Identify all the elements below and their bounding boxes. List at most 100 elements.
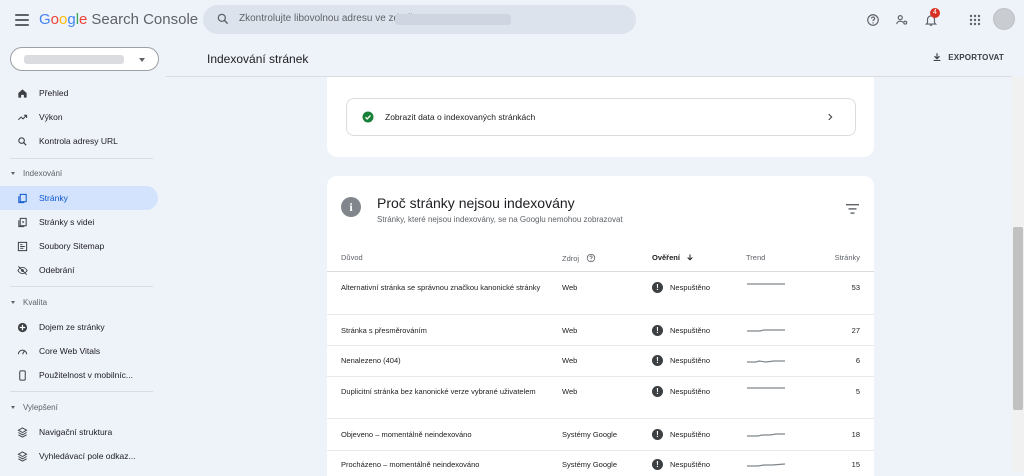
- reason-cell: Duplicitní stránka bez kanonické verze v…: [341, 387, 536, 396]
- account-avatar[interactable]: [993, 8, 1015, 30]
- status-exclamation-icon: !: [652, 355, 663, 366]
- pages-count-cell: 5: [855, 387, 860, 396]
- main-scrollbar-thumb[interactable]: [1013, 227, 1023, 410]
- validation-cell: ! Nespuštěno: [652, 428, 710, 441]
- help-icon[interactable]: [863, 10, 883, 30]
- main-menu-button[interactable]: [12, 10, 32, 30]
- sidebar-item-breadcrumbs[interactable]: Navigační struktura: [0, 420, 158, 444]
- status-exclamation-icon: !: [652, 325, 663, 336]
- top-app-bar: Google Search Console Zkontrolujte libovo…: [0, 0, 1024, 40]
- search-icon: [217, 13, 229, 25]
- pages-count-cell: 15: [851, 460, 860, 469]
- pages-count-cell: 18: [851, 430, 860, 439]
- filter-icon[interactable]: [846, 204, 859, 214]
- column-header-reason[interactable]: Důvod: [341, 253, 363, 262]
- nav-section-quality[interactable]: Kvalita: [11, 298, 47, 307]
- table-row[interactable]: Objeveno – momentálně neindexováno Systé…: [327, 419, 874, 451]
- column-header-trend: Trend: [746, 253, 766, 262]
- column-header-pages[interactable]: Stránky: [835, 253, 860, 262]
- validation-cell: ! Nespuštěno: [652, 354, 710, 367]
- sidebar-item-core-web-vitals[interactable]: Core Web Vitals: [0, 339, 158, 363]
- validation-cell: ! Nespuštěno: [652, 281, 710, 294]
- search-console-logo[interactable]: Google Search Console: [39, 10, 198, 30]
- collapse-triangle-icon: [11, 172, 15, 175]
- status-exclamation-icon: !: [652, 429, 663, 440]
- sidebar-item-overview[interactable]: Přehled: [0, 81, 158, 105]
- trend-sparkline: [747, 463, 786, 467]
- source-cell: Web: [562, 326, 578, 335]
- column-header-validation[interactable]: Ověření: [652, 253, 694, 262]
- source-cell: Web: [562, 283, 578, 292]
- sitelinks-searchbox-icon: [16, 450, 28, 462]
- status-exclamation-icon: !: [652, 386, 663, 397]
- product-name: Search Console: [91, 11, 199, 28]
- sidebar-item-pages[interactable]: Stránky: [0, 186, 158, 210]
- status-exclamation-icon: !: [652, 282, 663, 293]
- validation-cell: ! Nespuštěno: [652, 324, 710, 337]
- sort-arrow-down-icon: [687, 254, 693, 261]
- nav-divider: [10, 391, 153, 392]
- apps-grid-icon[interactable]: [965, 10, 985, 30]
- source-cell: Systémy Google: [562, 460, 618, 469]
- status-exclamation-icon: !: [652, 459, 663, 470]
- sidebar-item-url-inspection[interactable]: Kontrola adresy URL: [0, 129, 158, 153]
- card-title: Proč stránky nejsou indexovány: [377, 195, 575, 211]
- info-icon: i: [341, 197, 361, 217]
- sidebar-item-page-experience[interactable]: Dojem ze stránky: [0, 315, 158, 339]
- help-icon[interactable]: [586, 253, 596, 263]
- url-inspection-search[interactable]: Zkontrolujte libovolnou adresu ve zdroji: [203, 5, 636, 34]
- collapse-triangle-icon: [11, 406, 15, 409]
- collapse-triangle-icon: [11, 301, 15, 304]
- user-settings-icon[interactable]: [892, 10, 912, 30]
- sidebar-nav: Přehled Výkon Kontrola adresy URL Indexo…: [0, 40, 166, 472]
- sidebar-item-performance[interactable]: Výkon: [0, 105, 158, 129]
- source-cell: Systémy Google: [562, 430, 618, 439]
- home-icon: [16, 87, 28, 99]
- reason-cell: Procházeno – momentálně neindexováno: [341, 460, 480, 469]
- search-placeholder: Zkontrolujte libovolnou adresu ve zdroji: [239, 13, 413, 24]
- removals-icon: [16, 264, 28, 276]
- sidebar-item-video-pages[interactable]: Stránky s videi: [0, 210, 158, 234]
- pages-count-cell: 27: [851, 326, 860, 335]
- property-name-redacted: [24, 55, 124, 64]
- not-indexed-reasons-card: i Proč stránky nejsou indexovány Stránky…: [327, 176, 874, 476]
- chevron-down-icon: [139, 58, 145, 62]
- notification-count-badge: 4: [930, 8, 940, 18]
- export-button[interactable]: EXPORTOVAT: [932, 52, 1004, 62]
- sidebar-item-sitemaps[interactable]: Soubory Sitemap: [0, 234, 158, 258]
- sidebar-item-mobile-usability[interactable]: Použitelnost v mobilníc...: [0, 363, 158, 387]
- table-row[interactable]: Stránka s přesměrováním Web ! Nespuštěno …: [327, 315, 874, 346]
- pages-icon: [16, 192, 28, 204]
- property-url-redacted: [395, 14, 511, 25]
- indexed-pages-card: Zobrazit data o indexovaných stránkách: [327, 77, 874, 157]
- speed-icon: [16, 345, 28, 357]
- table-row[interactable]: Procházeno – momentálně neindexováno Sys…: [327, 451, 874, 476]
- sitemap-icon: [16, 240, 28, 252]
- trend-sparkline: [747, 329, 785, 332]
- pages-count-cell: 6: [855, 356, 860, 365]
- chevron-right-icon: [828, 113, 833, 121]
- table-row[interactable]: Nenalezeno (404) Web ! Nespuštěno 6: [327, 346, 874, 377]
- nav-divider: [10, 286, 153, 287]
- source-cell: Web: [562, 356, 578, 365]
- trend-sparkline: [747, 433, 785, 437]
- download-icon: [933, 53, 941, 61]
- sidebar-item-removals[interactable]: Odebrání: [0, 258, 158, 282]
- reason-cell: Alternativní stránka se správnou značkou…: [341, 283, 541, 292]
- property-selector[interactable]: [10, 47, 159, 71]
- table-row[interactable]: Alternativní stránka se správnou značkou…: [327, 272, 874, 315]
- table-row[interactable]: Duplicitní stránka bez kanonické verze v…: [327, 377, 874, 419]
- column-header-source[interactable]: Zdroj: [562, 253, 596, 263]
- nav-section-indexing[interactable]: Indexování: [11, 169, 62, 178]
- nav-section-enhancements[interactable]: Vylepšení: [11, 403, 58, 412]
- validation-cell: ! Nespuštěno: [652, 458, 710, 471]
- trend-sparkline: [747, 387, 785, 389]
- validation-cell: ! Nespuštěno: [652, 385, 710, 398]
- nav-divider: [10, 158, 153, 159]
- reason-cell: Stránka s přesměrováním: [341, 326, 427, 335]
- page-header: Indexování stránek EXPORTOVAT: [166, 40, 1024, 76]
- card-subtitle: Stránky, které nejsou indexovány, se na …: [377, 215, 623, 224]
- trend-sparkline: [747, 360, 785, 363]
- view-indexed-pages-link[interactable]: Zobrazit data o indexovaných stránkách: [346, 98, 856, 136]
- sidebar-item-sitelinks-searchbox[interactable]: Vyhledávací pole odkaz...: [0, 444, 158, 468]
